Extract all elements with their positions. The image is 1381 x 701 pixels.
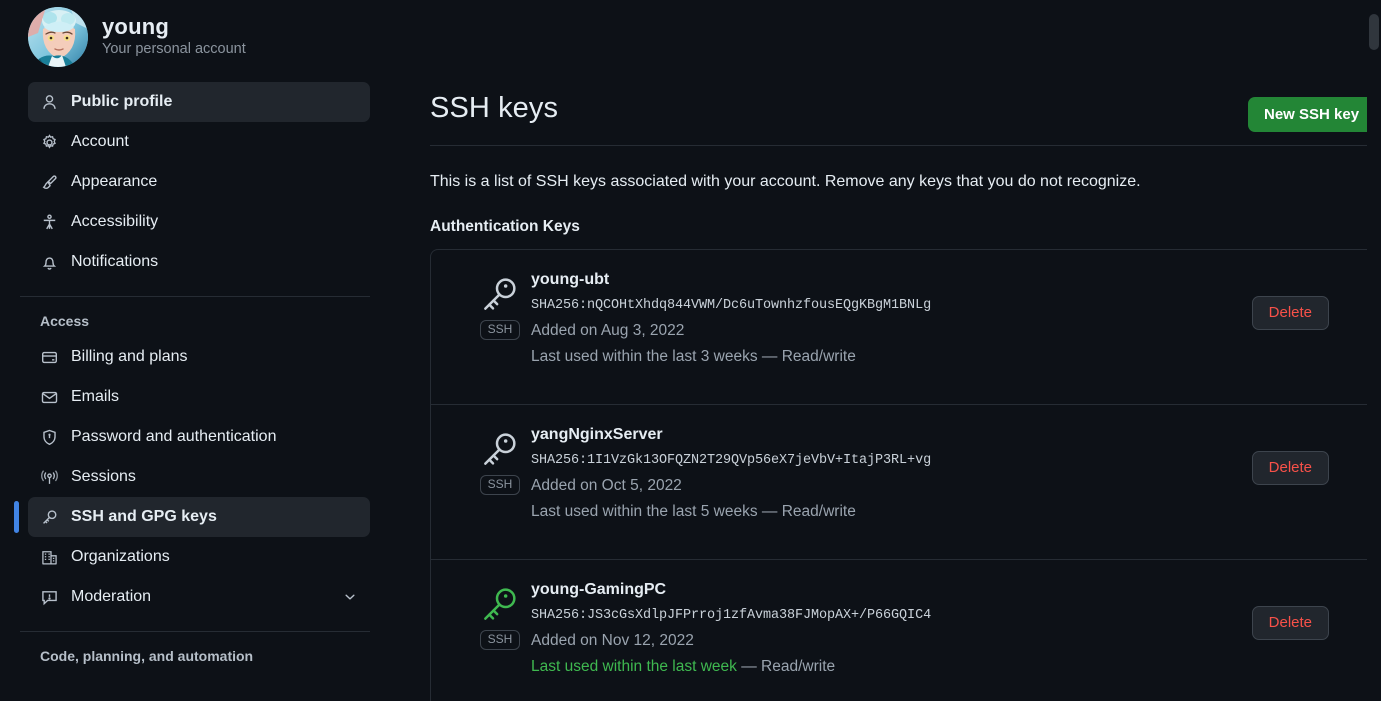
key-icon-column: SSH	[469, 578, 531, 650]
sidebar-item-password-and-authentication[interactable]: Password and authentication	[28, 417, 370, 457]
sidebar-item-billing-and-plans[interactable]: Billing and plans	[28, 337, 370, 377]
sidebar-item-accessibility[interactable]: Accessibility	[28, 202, 370, 242]
sidebar-item-emails[interactable]: Emails	[28, 377, 370, 417]
sidebar-item-account[interactable]: Account	[28, 122, 370, 162]
bell-icon	[40, 253, 58, 271]
report-icon	[40, 588, 58, 606]
page-description: This is a list of SSH keys associated wi…	[430, 173, 1141, 190]
sidebar-item-label: Public profile	[71, 93, 173, 110]
sidebar-item-label: Account	[71, 133, 129, 150]
person-icon	[40, 93, 58, 111]
sidebar-item-appearance[interactable]: Appearance	[28, 162, 370, 202]
key-last-used-text: Last used within the last 3 weeks	[531, 347, 758, 365]
account-header: young Your personal account	[0, 4, 400, 67]
delete-button[interactable]: Delete	[1251, 450, 1329, 485]
credit-card-icon	[40, 348, 58, 366]
sidebar-item-notifications[interactable]: Notifications	[28, 242, 370, 282]
page-title: SSH keys	[430, 92, 559, 124]
authentication-keys-title: Authentication Keys	[430, 217, 580, 235]
sidebar-item-label: Notifications	[71, 253, 159, 270]
new-ssh-key-button[interactable]: New SSH key	[1248, 97, 1376, 132]
chevron-down-icon[interactable]	[342, 589, 358, 605]
sidebar-item-label: Organizations	[71, 548, 170, 565]
key-access-level: — Read/write	[757, 502, 856, 520]
table-row: SSH young-GamingPC SHA256:JS3cGsXdlpJFPr…	[431, 560, 1381, 701]
broadcast-icon	[40, 468, 58, 486]
account-subtitle: Your personal account	[102, 40, 246, 57]
sidebar-item-moderation[interactable]: Moderation	[28, 577, 370, 617]
ssh-keys-list: SSH young-ubt SHA256:nQCOHtXhdq844VWM/Dc…	[430, 248, 1381, 701]
key-access-level: — Read/write	[757, 347, 856, 365]
sidebar-item-sessions[interactable]: Sessions	[28, 457, 370, 497]
key-icon-column: SSH	[469, 268, 531, 340]
key-last-used-text: Last used within the last week	[531, 657, 737, 675]
sidebar-item-label: Accessibility	[71, 213, 159, 230]
main-content: SSH keys New SSH key This is a list of S…	[400, 0, 1381, 701]
sidebar-item-label: Password and authentication	[71, 428, 277, 445]
page-scrollbar[interactable]	[1367, 0, 1381, 701]
ssh-badge: SSH	[479, 319, 521, 340]
sidebar-divider-2	[20, 631, 370, 632]
account-text: young Your personal account	[102, 14, 246, 60]
paintbrush-icon	[40, 173, 58, 191]
sidebar-item-label: Billing and plans	[71, 348, 188, 365]
settings-page: young Your personal account Public profi…	[0, 0, 1381, 701]
key-icon	[40, 508, 58, 526]
sidebar-item-label: Emails	[71, 388, 120, 405]
sidebar-item-public-profile[interactable]: Public profile	[28, 82, 370, 122]
delete-button[interactable]: Delete	[1251, 295, 1329, 330]
sidebar-item-label: Moderation	[71, 588, 152, 605]
settings-sidebar: young Your personal account Public profi…	[0, 0, 400, 701]
table-row: SSH yangNginxServer SHA256:1I1VzGk13OFQZ…	[431, 405, 1381, 560]
key-last-used-text: Last used within the last 5 weeks	[531, 502, 758, 520]
sidebar-item-ssh-and-gpg-keys[interactable]: SSH and GPG keys	[14, 497, 370, 537]
account-name: young	[102, 13, 169, 39]
table-row: SSH young-ubt SHA256:nQCOHtXhdq844VWM/Dc…	[431, 250, 1381, 405]
header-divider	[430, 145, 1381, 146]
key-last-used: Last used within the last 3 weeks — Read…	[531, 347, 1381, 368]
key-icon	[480, 584, 520, 624]
key-title: yangNginxServer	[531, 425, 663, 443]
key-icon	[480, 429, 520, 469]
sidebar-item-label: Sessions	[71, 468, 136, 485]
delete-button[interactable]: Delete	[1251, 605, 1329, 640]
ssh-badge: SSH	[479, 629, 521, 650]
organization-icon	[40, 548, 58, 566]
accessibility-icon	[40, 213, 58, 231]
key-last-used: Last used within the last week — Read/wr…	[531, 657, 1381, 678]
sidebar-item-organizations[interactable]: Organizations	[28, 537, 370, 577]
key-icon	[480, 274, 520, 314]
sidebar-divider-1	[20, 296, 370, 297]
sidebar-nav-primary: Public profile Account Appearance Access…	[0, 82, 400, 664]
key-access-level: — Read/write	[736, 657, 836, 675]
key-title: young-GamingPC	[531, 580, 667, 598]
key-last-used: Last used within the last 5 weeks — Read…	[531, 502, 1381, 523]
gear-icon	[40, 133, 58, 151]
scrollbar-thumb[interactable]	[1369, 14, 1379, 50]
user-avatar-image	[28, 6, 88, 67]
key-title: young-ubt	[531, 270, 610, 288]
page-header: SSH keys	[410, 0, 1381, 123]
sidebar-item-label: SSH and GPG keys	[71, 508, 217, 525]
ssh-badge: SSH	[479, 474, 521, 495]
sidebar-item-label: Appearance	[71, 173, 158, 190]
avatar[interactable]	[28, 6, 88, 67]
shield-lock-icon	[40, 428, 58, 446]
sidebar-section-access-title: Access	[40, 313, 90, 329]
key-icon-column: SSH	[469, 423, 531, 495]
sidebar-section-code-title: Code, planning, and automation	[40, 648, 254, 664]
mail-icon	[40, 388, 58, 406]
